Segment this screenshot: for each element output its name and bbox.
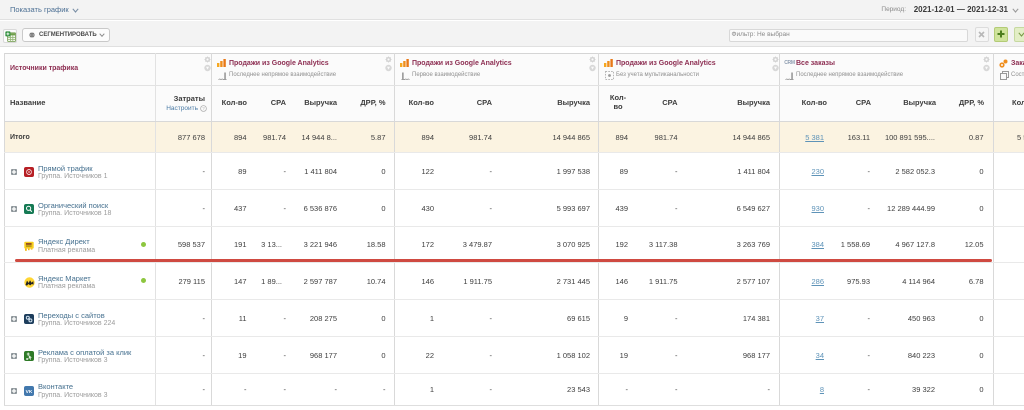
- svg-text:VK: VK: [25, 389, 32, 395]
